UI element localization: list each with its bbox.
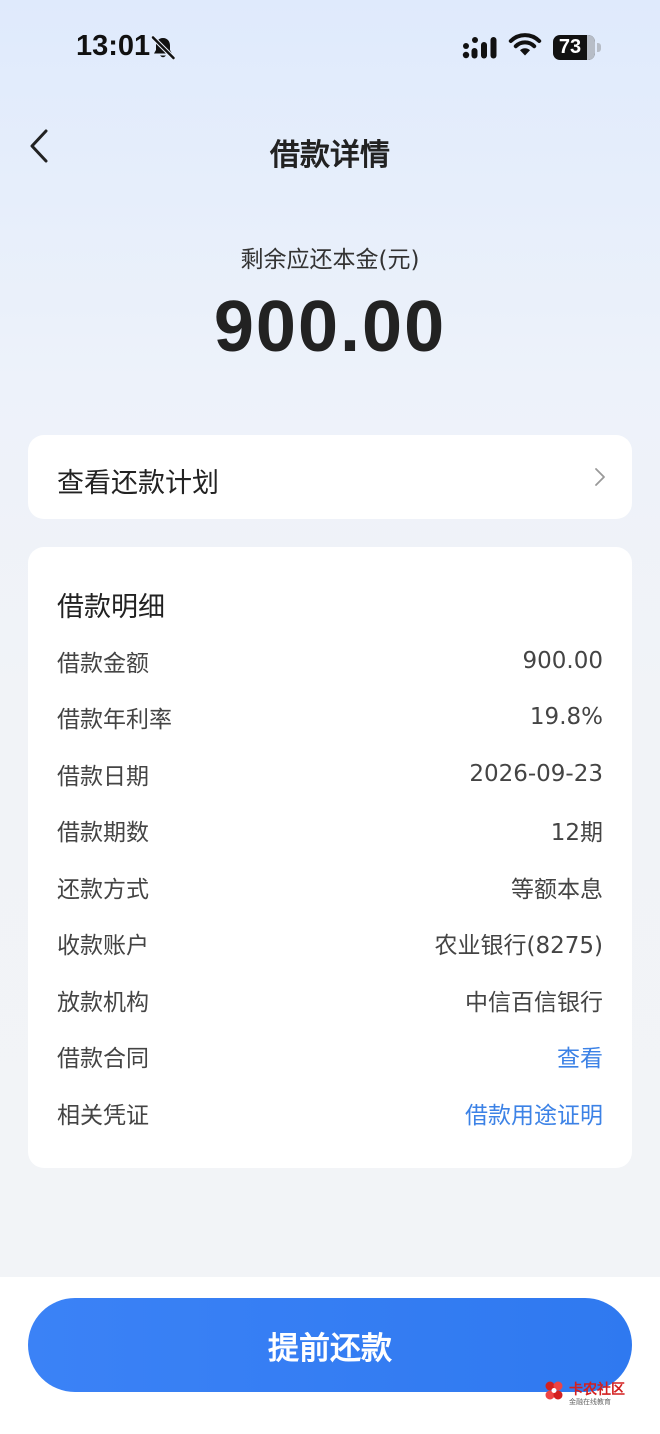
detail-label: 借款合同: [57, 1046, 149, 1072]
detail-row-receiving-account: 收款账户 农业银行(8275): [57, 927, 603, 959]
bell-slash-icon: [150, 35, 176, 65]
detail-label: 收款账户: [57, 933, 149, 959]
detail-label: 借款日期: [57, 764, 149, 790]
watermark-text: 卡农社区: [569, 1382, 625, 1398]
detail-value: 农业银行(8275): [434, 933, 603, 959]
watermark: 卡农社区 金融在线教育: [543, 1378, 627, 1406]
detail-label: 放款机构: [57, 990, 149, 1016]
chevron-right-icon: [595, 468, 605, 486]
detail-value: 900.00: [522, 648, 603, 674]
detail-row-related-voucher: 相关凭证 借款用途证明: [57, 1097, 603, 1129]
watermark-subtext: 金融在线教育: [569, 1398, 611, 1406]
detail-label: 借款年利率: [57, 707, 172, 733]
status-bar: 13:01 73: [0, 0, 660, 96]
loan-purpose-proof-link[interactable]: 借款用途证明: [465, 1096, 603, 1130]
navigation-bar: 借款详情: [0, 110, 660, 186]
detail-row-loan-terms: 借款期数 12期: [57, 814, 603, 846]
detail-value: 19.8%: [529, 704, 603, 730]
detail-label: 相关凭证: [57, 1103, 149, 1129]
detail-value: 等额本息: [511, 877, 603, 903]
repayment-plan-card[interactable]: 查看还款计划: [28, 435, 632, 519]
view-contract-link[interactable]: 查看: [557, 1039, 603, 1073]
detail-value: 2026-09-23: [469, 761, 603, 787]
remaining-principal-summary: 剩余应还本金(元) 900.00: [0, 240, 660, 368]
repayment-plan-label: 查看还款计划: [57, 468, 219, 499]
page-title: 借款详情: [270, 138, 390, 173]
detail-value: 12期: [550, 820, 603, 846]
detail-label: 还款方式: [57, 877, 149, 903]
wifi-icon: [508, 33, 542, 63]
detail-label: 借款期数: [57, 820, 149, 846]
loan-detail-card: 借款明细 借款金额 900.00 借款年利率 19.8% 借款日期 2026-0…: [28, 547, 632, 1168]
battery-level: 73: [558, 36, 582, 58]
detail-value: 中信百信银行: [465, 990, 603, 1016]
detail-row-lending-institution: 放款机构 中信百信银行: [57, 984, 603, 1016]
detail-label: 借款金额: [57, 651, 149, 677]
early-repayment-button[interactable]: 提前还款: [28, 1298, 632, 1392]
detail-row-loan-amount: 借款金额 900.00: [57, 645, 603, 677]
detail-row-annual-rate: 借款年利率 19.8%: [57, 701, 603, 733]
detail-row-loan-date: 借款日期 2026-09-23: [57, 758, 603, 790]
watermark-logo-icon: [545, 1381, 563, 1400]
detail-row-repayment-method: 还款方式 等额本息: [57, 871, 603, 903]
loan-detail-title: 借款明细: [57, 592, 165, 623]
signal-icon: [462, 36, 499, 64]
remaining-principal-amount: 900.00: [213, 287, 447, 367]
bottom-action-bar: 提前还款: [0, 1277, 660, 1434]
status-time: 13:01: [76, 30, 151, 62]
detail-row-loan-contract: 借款合同 查看: [57, 1040, 603, 1072]
remaining-principal-label: 剩余应还本金(元): [240, 247, 420, 273]
